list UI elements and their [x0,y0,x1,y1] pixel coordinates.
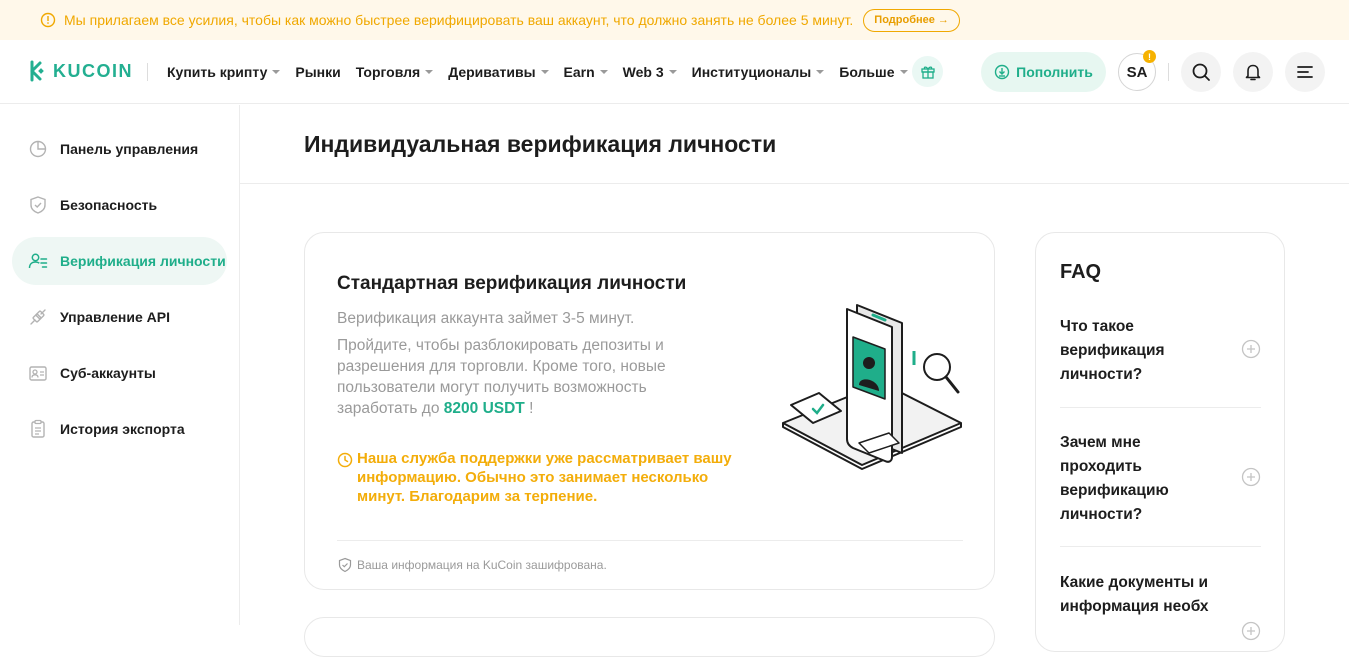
review-notice-text: Наша служба поддержки уже рассматривает … [357,450,732,505]
standard-verification-card: Стандартная верификация личности Верифик… [304,232,995,590]
id-verification-illustration [777,293,967,483]
logo-text: KUCOIN [53,60,133,81]
avatar-alert-badge: ! [1143,50,1156,63]
card-desc-end: ! [524,400,534,417]
caret-down-icon [272,70,281,74]
faq-panel: FAQ Что такое верификация личности? Заче… [1035,232,1285,652]
nav-institutional[interactable]: Институционалы [692,64,825,80]
sidebar-item-export-history[interactable]: История экспорта [12,405,227,453]
user-verify-icon [28,251,48,271]
sidebar-item-label: Верификация личности [60,253,226,269]
next-verification-card [304,617,995,657]
sidebar-item-label: Управление API [60,309,170,325]
nav-label: Earn [563,64,595,80]
deposit-icon [994,64,1010,80]
sidebar-item-dashboard[interactable]: Панель управления [12,125,227,173]
caret-down-icon [540,70,549,74]
header-divider [147,63,148,81]
sidebar-item-label: Суб-аккаунты [60,365,156,381]
faq-item[interactable]: Зачем мне проходить верификацию личности… [1060,431,1261,547]
nav-label: Больше [839,64,895,80]
caret-down-icon [668,70,677,74]
sidebar-item-label: Безопасность [60,197,158,213]
review-notice: Наша служба поддержки уже рассматривает … [337,449,757,506]
gift-icon [920,66,935,79]
sub-accounts-icon [28,363,48,383]
sidebar-item-label: История экспорта [60,421,185,437]
nav-label: Рынки [295,64,341,80]
caret-down-icon [816,70,825,74]
gift-button[interactable] [912,56,943,87]
shield-icon [28,195,48,215]
shield-check-icon [337,557,353,573]
faq-title: FAQ [1060,261,1102,283]
caret-down-icon [425,70,434,74]
plus-circle-icon[interactable] [1241,621,1261,641]
nav-label: Деривативы [448,64,536,80]
caret-down-icon [599,70,608,74]
card-desc-duration: Верификация аккаунта займет 3-5 минут. [337,310,635,327]
nav-label: Купить крипту [167,64,268,80]
banner-text: Мы прилагаем все усилия, чтобы как можно… [64,12,854,28]
nav-markets[interactable]: Рынки [295,64,340,80]
encryption-note: Ваша информация на KuCoin зашифрована. [337,557,607,573]
nav-derivatives[interactable]: Деривативы [448,64,549,80]
notifications-button[interactable] [1233,52,1273,92]
banner-more-button[interactable]: Подробнее → [863,8,960,32]
caret-down-icon [899,70,908,74]
reward-amount: 8200 USDT [443,400,525,417]
api-icon [28,307,48,327]
header-divider [1168,63,1169,81]
main-nav: Купить крипту Рынки Торговля Деривативы … [167,40,923,104]
menu-icon [1297,66,1313,78]
faq-question: Зачем мне проходить верификацию личности… [1060,434,1169,523]
dashboard-icon [28,139,48,159]
verification-banner: Мы прилагаем все усилия, чтобы как можно… [0,0,1349,40]
nav-earn[interactable]: Earn [564,64,608,80]
clock-icon [337,452,353,468]
page-title: Индивидуальная верификация личности [304,131,777,157]
nav-web3[interactable]: Web 3 [623,64,677,80]
search-icon [1192,63,1210,81]
kucoin-logo-icon [30,60,44,82]
search-button[interactable] [1181,52,1221,92]
menu-button[interactable] [1285,52,1325,92]
faq-item[interactable]: Какие документы и информация необх [1060,571,1261,651]
deposit-button[interactable]: Пополнить [981,52,1106,92]
nav-label: Институционалы [691,64,812,80]
sidebar-item-identity-verification[interactable]: Верификация личности [12,237,227,285]
plus-circle-icon[interactable] [1241,339,1261,359]
faq-question: Какие документы и информация необх [1060,574,1209,615]
sidebar-item-sub-accounts[interactable]: Суб-аккаунты [12,349,227,397]
plus-circle-icon[interactable] [1241,467,1261,487]
warning-circle-icon [40,12,56,28]
sidebar-item-security[interactable]: Безопасность [12,181,227,229]
account-sidebar: Панель управления Безопасность Верификац… [0,105,240,625]
deposit-label: Пополнить [1016,64,1093,80]
card-description: Верификация аккаунта займет 3-5 минут. П… [337,308,707,419]
nav-trade[interactable]: Торговля [355,64,434,80]
sidebar-item-label: Панель управления [60,141,199,157]
nav-label: Торговля [355,64,421,80]
page-title-bar: Индивидуальная верификация личности [240,105,1349,184]
export-history-icon [28,419,48,439]
nav-more[interactable]: Больше [839,64,908,80]
nav-label: Web 3 [622,64,664,80]
card-title: Стандартная верификация личности [337,273,687,294]
card-divider [337,540,963,541]
nav-buy-crypto[interactable]: Купить крипту [167,64,281,80]
faq-item[interactable]: Что такое верификация личности? [1060,315,1261,408]
top-header: KUCOIN Купить крипту Рынки Торговля Дери… [0,40,1349,104]
sidebar-item-api[interactable]: Управление API [12,293,227,341]
bell-icon [1245,64,1261,81]
encryption-note-text: Ваша информация на KuCoin зашифрована. [357,558,607,572]
kucoin-logo[interactable]: KUCOIN [25,60,133,82]
faq-question: Что такое верификация личности? [1060,318,1165,383]
